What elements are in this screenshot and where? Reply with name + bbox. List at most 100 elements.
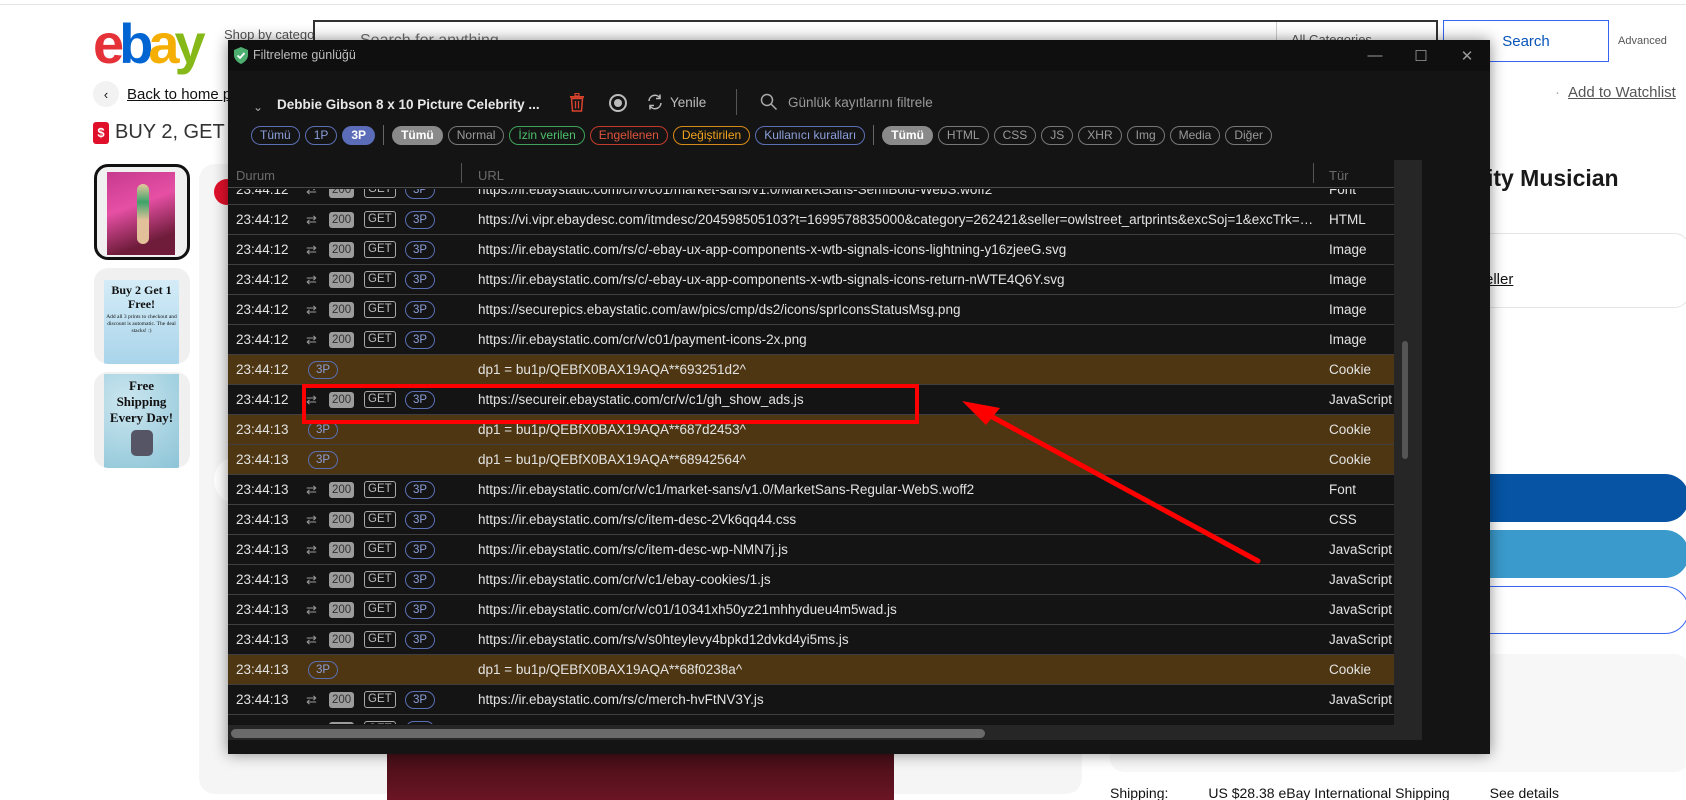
thumbnail-2[interactable]: Buy 2 Get 1 Free! Add all 3 prints to ch… <box>94 268 190 364</box>
column-header-url[interactable]: URL <box>478 168 504 183</box>
log-rows: 23:44:12 ⇄ 200 GET 3P https://ir.ebaystatic.c… <box>228 189 1394 724</box>
refresh-button[interactable]: Yenile <box>646 93 706 111</box>
refresh-icon <box>648 94 662 110</box>
status-filter-user-rules[interactable]: Kullanıcı kuralları <box>755 125 866 145</box>
party-badge: 3P <box>308 450 339 469</box>
party-badge: 3P <box>405 570 436 589</box>
transfer-arrows-icon: ⇄ <box>306 541 317 557</box>
thumbnail-3[interactable]: Free Shipping Every Day! <box>94 372 190 468</box>
party-badge: 3P <box>405 330 436 349</box>
log-row-request[interactable]: 23:44:13 ⇄ 200 GET 3P https://ir.ebaystatic.c… <box>228 505 1394 535</box>
annotation-highlight-box <box>302 384 919 424</box>
status-filter-normal[interactable]: Normal <box>447 125 505 145</box>
thumbnail-photo <box>107 172 175 255</box>
type-filter-css[interactable]: CSS <box>993 125 1037 145</box>
row-url: https://ir.ebaystatic.com/rs/c/merch-2R9… <box>478 722 1318 724</box>
log-row-request[interactable]: 23:44:13 ⇄ 200 GET 3P https://ir.ebaystatic.c… <box>228 475 1394 505</box>
vertical-scrollbar[interactable] <box>1394 160 1422 725</box>
method-badge: GET <box>364 189 396 198</box>
row-url: https://ir.ebaystatic.com/cr/v/c1/ebay-c… <box>478 572 771 587</box>
column-header-status[interactable]: Durum <box>236 168 275 183</box>
transfer-arrows-icon: ⇄ <box>306 571 317 587</box>
row-time: 23:44:13 <box>236 602 289 617</box>
chevron-left-icon: ‹ <box>93 81 119 107</box>
log-row-request[interactable]: 23:44:13 ⇄ 200 GET 3P https://ir.ebaystatic.c… <box>228 715 1394 724</box>
record-button[interactable] <box>609 94 627 112</box>
log-row-request[interactable]: 23:44:12 ⇄ 200 GET 3P https://ir.ebaystatic.c… <box>228 235 1394 265</box>
party-filter-3p[interactable]: 3P <box>342 125 376 145</box>
log-row-request[interactable]: 23:44:12 ⇄ 200 GET 3P https://ir.ebaystatic.c… <box>228 189 1394 205</box>
row-time: 23:44:13 <box>236 632 289 647</box>
row-type: Cookie <box>1329 422 1372 437</box>
log-row-request[interactable]: 23:44:13 ⇄ 200 GET 3P https://ir.ebaystatic.c… <box>228 685 1394 715</box>
row-time: 23:44:12 <box>236 332 289 347</box>
search-icon <box>760 93 778 111</box>
row-type: Font <box>1329 189 1357 197</box>
type-filter-html[interactable]: HTML <box>937 125 989 145</box>
thumbnail-1[interactable] <box>94 164 190 260</box>
horizontal-scroll-thumb[interactable] <box>231 729 985 738</box>
log-row-request[interactable]: 23:44:12 ⇄ 200 GET 3P https://securepics.ebay… <box>228 295 1394 325</box>
method-badge: GET <box>364 271 396 288</box>
minimize-button[interactable]: — <box>1352 40 1398 71</box>
row-url: https://ir.ebaystatic.com/rs/c/item-desc… <box>478 542 788 557</box>
log-filter-input[interactable] <box>788 94 1288 110</box>
type-filter-all[interactable]: Tümü <box>882 125 933 145</box>
party-badge: 3P <box>405 630 436 649</box>
close-button[interactable]: ✕ <box>1444 40 1490 71</box>
method-badge: GET <box>364 691 396 708</box>
chip-divider <box>873 125 875 145</box>
horizontal-scrollbar[interactable] <box>228 725 1422 740</box>
row-type: Cookie <box>1329 362 1372 377</box>
column-resizer[interactable] <box>1313 163 1314 183</box>
party-filter-all[interactable]: Tümü <box>251 125 300 145</box>
type-filter-xhr[interactable]: XHR <box>1078 125 1122 145</box>
trash-icon[interactable] <box>569 93 585 112</box>
log-row-cookie[interactable]: 23:44:13 3P dp1 = bu1p/QEBfX0BAX19AQA**689… <box>228 445 1394 475</box>
transfer-arrows-icon: ⇄ <box>306 271 317 287</box>
status-code-badge: 200 <box>329 301 355 318</box>
window-titlebar[interactable]: Filtreleme günlüğü — ☐ ✕ <box>228 40 1490 71</box>
status-filter-all[interactable]: Tümü <box>392 125 443 145</box>
party-badge: 3P <box>405 210 436 229</box>
vertical-scroll-thumb[interactable] <box>1402 341 1408 459</box>
type-filter-other[interactable]: Diğer <box>1225 125 1273 145</box>
table-header: Durum URL Tür <box>228 160 1394 188</box>
type-filter-media[interactable]: Media <box>1169 125 1221 145</box>
status-filter-modified[interactable]: Değiştirilen <box>672 125 751 145</box>
log-row-request[interactable]: 23:44:12 ⇄ 200 GET 3P https://vi.vipr.ebaydes… <box>228 205 1394 235</box>
tab-selector[interactable]: Debbie Gibson 8 x 10 Picture Celebrity .… <box>277 97 540 112</box>
bullet-dot: · <box>1555 84 1560 101</box>
log-row-request[interactable]: 23:44:13 ⇄ 200 GET 3P https://ir.ebaystatic.c… <box>228 595 1394 625</box>
advanced-search-link[interactable]: Advanced <box>1618 35 1667 47</box>
type-filter-js[interactable]: JS <box>1041 125 1074 145</box>
see-details-link[interactable]: See details <box>1490 785 1559 800</box>
add-to-watchlist-link[interactable]: · Add to Watchlist <box>1555 84 1676 101</box>
maximize-button[interactable]: ☐ <box>1398 40 1444 71</box>
log-row-request[interactable]: 23:44:13 ⇄ 200 GET 3P https://ir.ebaystatic.c… <box>228 625 1394 655</box>
log-row-request[interactable]: 23:44:13 ⇄ 200 GET 3P https://ir.ebaystatic.c… <box>228 565 1394 595</box>
item-title: rity Musician <box>1478 165 1619 191</box>
status-code-badge: 200 <box>329 721 355 724</box>
type-filter-img[interactable]: Img <box>1126 125 1165 145</box>
status-code-badge: 200 <box>329 211 355 228</box>
log-row-cookie[interactable]: 23:44:12 3P dp1 = bu1p/QEBfX0BAX19AQA**693… <box>228 355 1394 385</box>
row-time: 23:44:12 <box>236 272 289 287</box>
thumbnail-shipping-image: Free Shipping Every Day! <box>104 374 179 468</box>
row-type: HTML <box>1329 212 1366 227</box>
log-filter-search[interactable] <box>760 93 1320 111</box>
log-row-request[interactable]: 23:44:13 ⇄ 200 GET 3P https://ir.ebaystatic.c… <box>228 535 1394 565</box>
column-resizer[interactable] <box>461 163 462 183</box>
log-row-cookie[interactable]: 23:44:13 3P dp1 = bu1p/QEBfX0BAX19AQA**68f… <box>228 655 1394 685</box>
row-type: JavaScript <box>1329 602 1393 617</box>
column-header-type[interactable]: Tür <box>1329 168 1349 183</box>
ebay-logo[interactable]: ebay <box>93 16 206 72</box>
row-type: JavaScript <box>1329 572 1393 587</box>
log-row-request[interactable]: 23:44:12 ⇄ 200 GET 3P https://ir.ebaystatic.c… <box>228 325 1394 355</box>
chevron-down-icon[interactable]: ⌄ <box>253 100 263 114</box>
status-filter-blocked[interactable]: Engellenen <box>589 125 668 145</box>
log-row-request[interactable]: 23:44:12 ⇄ 200 GET 3P https://ir.ebaystatic.c… <box>228 265 1394 295</box>
status-filter-allowed[interactable]: İzin verilen <box>509 125 585 145</box>
row-url: https://ir.ebaystatic.com/cr/v/c01/10341… <box>478 602 897 617</box>
party-filter-1p[interactable]: 1P <box>304 125 338 145</box>
